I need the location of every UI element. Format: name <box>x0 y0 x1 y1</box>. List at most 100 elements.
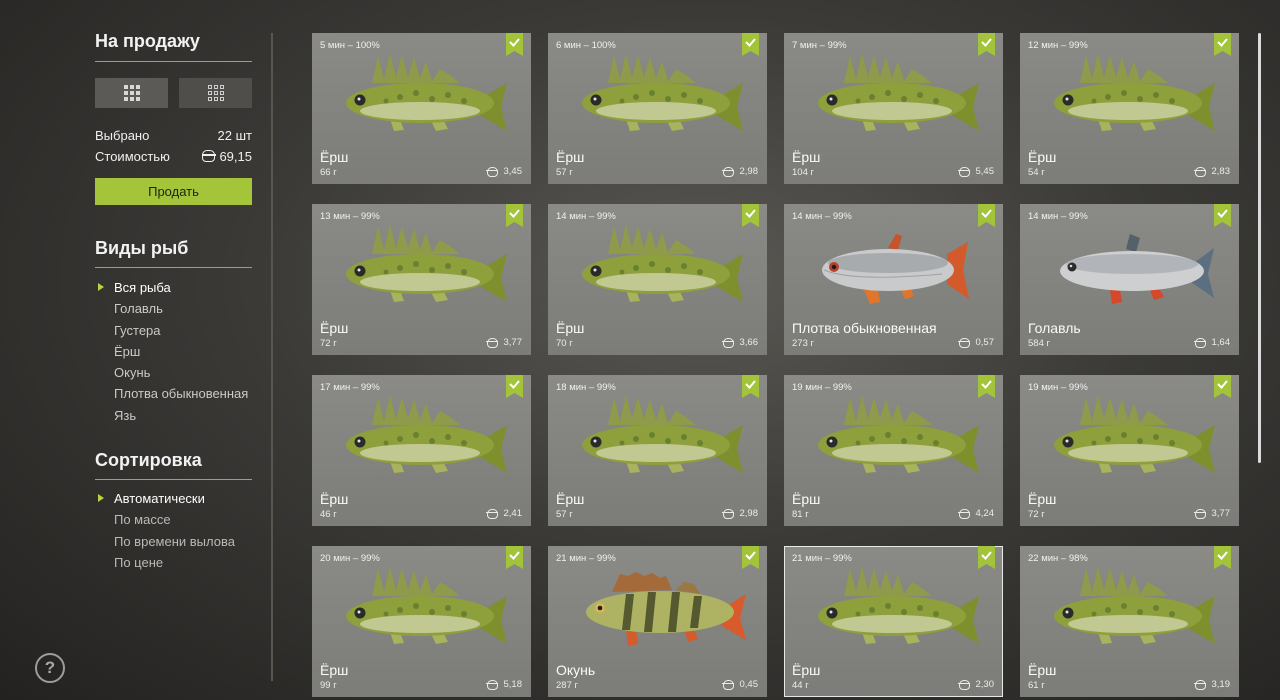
fish-card[interactable]: 14 мин – 99% Ёрш 70 г 3,66 <box>548 204 767 355</box>
sell-button[interactable]: Продать <box>95 178 252 205</box>
fish-type-item-5[interactable]: Плотва обыкновенная <box>95 383 265 404</box>
fish-card[interactable]: 19 мин – 99% Ёрш 81 г 4,24 <box>784 375 1003 526</box>
fish-price: 2,83 <box>1194 166 1231 177</box>
fish-weight: 54 г <box>1028 167 1045 178</box>
fish-grid: 5 мин – 100% Ёрш 66 г 3,45 6 мин – 100% <box>312 33 1239 697</box>
fish-image <box>1028 51 1231 149</box>
fish-image <box>1028 222 1231 320</box>
sort-option-item-1[interactable]: По массе <box>95 509 265 530</box>
fish-price: 2,98 <box>722 166 758 177</box>
cost-value: 69,15 <box>219 149 252 164</box>
fish-card[interactable]: 20 мин – 99% Ёрш 99 г 5,18 <box>312 546 531 697</box>
coin-icon <box>958 508 970 519</box>
price-value: 3,66 <box>739 337 759 348</box>
fish-card[interactable]: 19 мин – 99% Ёрш 72 г 3,77 <box>1020 375 1239 526</box>
fish-type-item-3[interactable]: Ёрш <box>95 341 265 362</box>
fish-image <box>792 393 995 491</box>
fish-name: Ёрш <box>320 491 349 507</box>
coin-icon <box>1194 679 1206 690</box>
fish-image <box>320 51 523 149</box>
coin-icon <box>201 150 216 162</box>
fish-card[interactable]: 21 мин – 99% Ёрш 44 г 2,30 <box>784 546 1003 697</box>
price-value: 3,77 <box>1211 508 1231 519</box>
coin-icon <box>722 337 734 348</box>
price-value: 2,83 <box>1211 166 1231 177</box>
fish-name: Ёрш <box>792 149 821 165</box>
fish-name: Ёрш <box>1028 491 1057 507</box>
coin-icon <box>722 166 734 177</box>
help-icon[interactable]: ? <box>35 653 65 683</box>
fish-image <box>556 51 759 149</box>
fish-weight: 61 г <box>1028 680 1045 691</box>
fish-type-item-1[interactable]: Голавль <box>95 298 265 319</box>
fish-type-item-6[interactable]: Язь <box>95 405 265 426</box>
fish-type-item-0[interactable]: Вся рыба <box>95 277 265 298</box>
price-value: 2,30 <box>975 679 995 690</box>
fish-card[interactable]: 6 мин – 100% Ёрш 57 г 2,98 <box>548 33 767 184</box>
fish-price: 3,19 <box>1194 679 1230 690</box>
sort-option-item-2[interactable]: По времени вылова <box>95 531 265 552</box>
catch-time-quality: 14 мин – 99% <box>792 211 852 222</box>
fish-card[interactable]: 18 мин – 99% Ёрш 57 г 2,98 <box>548 375 767 526</box>
fish-name: Ёрш <box>792 491 821 507</box>
divider-line <box>95 267 252 268</box>
fish-weight: 99 г <box>320 680 337 691</box>
panel-divider <box>271 33 273 681</box>
price-value: 1,64 <box>1211 337 1231 348</box>
price-value: 0,57 <box>975 337 995 348</box>
fish-card[interactable]: 14 мин – 99% Плотва обыкновенная 273 г 0… <box>784 204 1003 355</box>
fish-card[interactable]: 17 мин – 99% Ёрш 46 г 2,41 <box>312 375 531 526</box>
sort-option-item-3[interactable]: По цене <box>95 552 265 573</box>
scrollbar[interactable] <box>1258 33 1261 463</box>
fish-price: 3,77 <box>486 337 522 348</box>
coin-icon <box>486 337 498 348</box>
price-value: 5,18 <box>503 679 523 690</box>
fish-card[interactable]: 7 мин – 99% Ёрш 104 г 5,45 <box>784 33 1003 184</box>
catch-time-quality: 12 мин – 99% <box>1028 40 1088 51</box>
selected-count-row: Выбрано 22 шт <box>95 128 252 143</box>
fish-types-title: Виды рыб <box>95 238 189 258</box>
fish-image <box>320 222 523 320</box>
fish-image <box>792 222 995 320</box>
fish-card[interactable]: 5 мин – 100% Ёрш 66 г 3,45 <box>312 33 531 184</box>
fish-price: 2,98 <box>722 508 758 519</box>
coin-icon <box>1194 337 1206 348</box>
sort-option-item-0[interactable]: Автоматически <box>95 488 265 509</box>
fish-card[interactable]: 14 мин – 99% Голавль 584 г 1,64 <box>1020 204 1239 355</box>
fish-name: Ёрш <box>556 320 585 336</box>
fish-card[interactable]: 12 мин – 99% Ёрш 54 г 2,83 <box>1020 33 1239 184</box>
fish-card[interactable]: 22 мин – 98% Ёрш 61 г 3,19 <box>1020 546 1239 697</box>
catch-time-quality: 20 мин – 99% <box>320 553 380 564</box>
fish-weight: 46 г <box>320 509 337 520</box>
fish-image <box>320 393 523 491</box>
small-grid-view-button[interactable] <box>179 78 252 108</box>
fish-price: 3,66 <box>722 337 759 348</box>
coin-icon <box>486 166 498 177</box>
selected-value: 22 шт <box>217 128 252 143</box>
fish-name: Ёрш <box>556 149 585 165</box>
fish-weight: 584 г <box>1028 338 1050 349</box>
selected-label: Выбрано <box>95 128 150 143</box>
large-grid-view-button[interactable] <box>95 78 168 108</box>
coin-icon <box>722 679 734 690</box>
fish-weight: 44 г <box>792 680 809 691</box>
fish-type-item-4[interactable]: Окунь <box>95 362 265 383</box>
fish-image <box>320 564 523 662</box>
catch-time-quality: 6 мин – 100% <box>556 40 616 51</box>
coin-icon <box>958 679 970 690</box>
catch-time-quality: 21 мин – 99% <box>556 553 616 564</box>
fish-weight: 273 г <box>792 338 814 349</box>
fish-weight: 72 г <box>320 338 337 349</box>
fish-name: Ёрш <box>1028 149 1057 165</box>
price-value: 0,45 <box>739 679 759 690</box>
price-value: 3,45 <box>503 166 523 177</box>
large-grid-icon <box>123 85 140 101</box>
fish-weight: 104 г <box>792 167 814 178</box>
catch-time-quality: 7 мин – 99% <box>792 40 847 51</box>
fish-card[interactable]: 21 мин – 99% Окунь 287 г 0,45 <box>548 546 767 697</box>
fish-card[interactable]: 13 мин – 99% Ёрш 72 г 3,77 <box>312 204 531 355</box>
fish-weight: 57 г <box>556 167 573 178</box>
fish-image <box>792 51 995 149</box>
fish-type-item-2[interactable]: Густера <box>95 320 265 341</box>
fish-weight: 72 г <box>1028 509 1045 520</box>
